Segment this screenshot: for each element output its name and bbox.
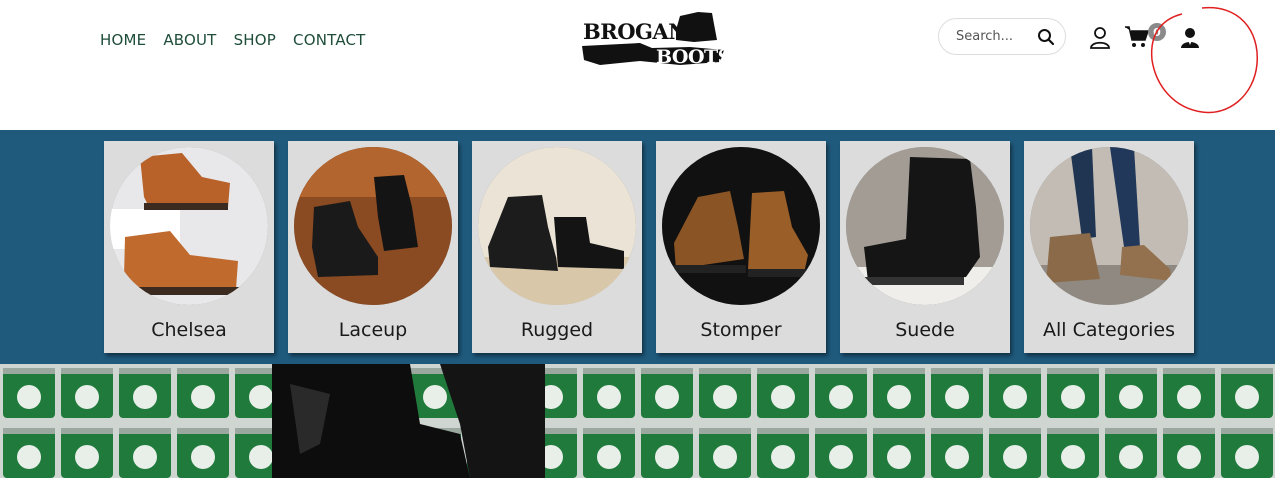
nav-contact-link[interactable]: CONTACT bbox=[293, 31, 366, 49]
account-icon[interactable] bbox=[1180, 27, 1200, 49]
suede-image bbox=[846, 147, 1004, 305]
nav-home-link[interactable]: HOME bbox=[100, 31, 146, 49]
category-label: All Categories bbox=[1042, 319, 1175, 341]
annotation-circle bbox=[1150, 6, 1258, 114]
category-card-rugged[interactable]: Rugged bbox=[472, 141, 642, 353]
brogan-boots-logo[interactable]: BROGAN BOOTS bbox=[580, 10, 726, 68]
category-label: Stomper bbox=[700, 319, 782, 341]
logo-boot-icon bbox=[676, 12, 717, 42]
category-label: Suede bbox=[895, 319, 955, 341]
all-categories-image bbox=[1030, 147, 1188, 305]
nav-shop-link[interactable]: SHOP bbox=[234, 31, 276, 49]
category-card-all-categories[interactable]: All Categories bbox=[1024, 141, 1194, 353]
stomper-image bbox=[662, 147, 820, 305]
chelsea-image bbox=[110, 147, 268, 305]
category-label: Chelsea bbox=[151, 319, 227, 341]
category-card-laceup[interactable]: Laceup bbox=[288, 141, 458, 353]
nav-about-link[interactable]: ABOUT bbox=[163, 31, 216, 49]
category-label: Rugged bbox=[520, 319, 594, 341]
category-card-chelsea[interactable]: Chelsea bbox=[104, 141, 274, 353]
search-input[interactable] bbox=[954, 28, 1042, 45]
hero-banner-image bbox=[0, 364, 1275, 478]
search-box bbox=[938, 18, 1066, 55]
rugged-image bbox=[478, 147, 636, 305]
category-label: Laceup bbox=[338, 319, 408, 341]
category-card-suede[interactable]: Suede bbox=[840, 141, 1010, 353]
search-icon[interactable] bbox=[1037, 28, 1055, 46]
logo-line1: BROGAN bbox=[583, 19, 687, 44]
logo-line2: BOOTS bbox=[656, 46, 726, 68]
main-nav: HOME ABOUT SHOP CONTACT bbox=[100, 31, 366, 49]
site-header: HOME ABOUT SHOP CONTACT BROGAN BOOTS 0 bbox=[0, 0, 1275, 130]
cart-count-badge: 0 bbox=[1148, 23, 1166, 41]
hero-banner bbox=[0, 364, 1275, 478]
user-icon[interactable] bbox=[1089, 26, 1111, 50]
laceup-image bbox=[294, 147, 452, 305]
category-card-stomper[interactable]: Stomper bbox=[656, 141, 826, 353]
